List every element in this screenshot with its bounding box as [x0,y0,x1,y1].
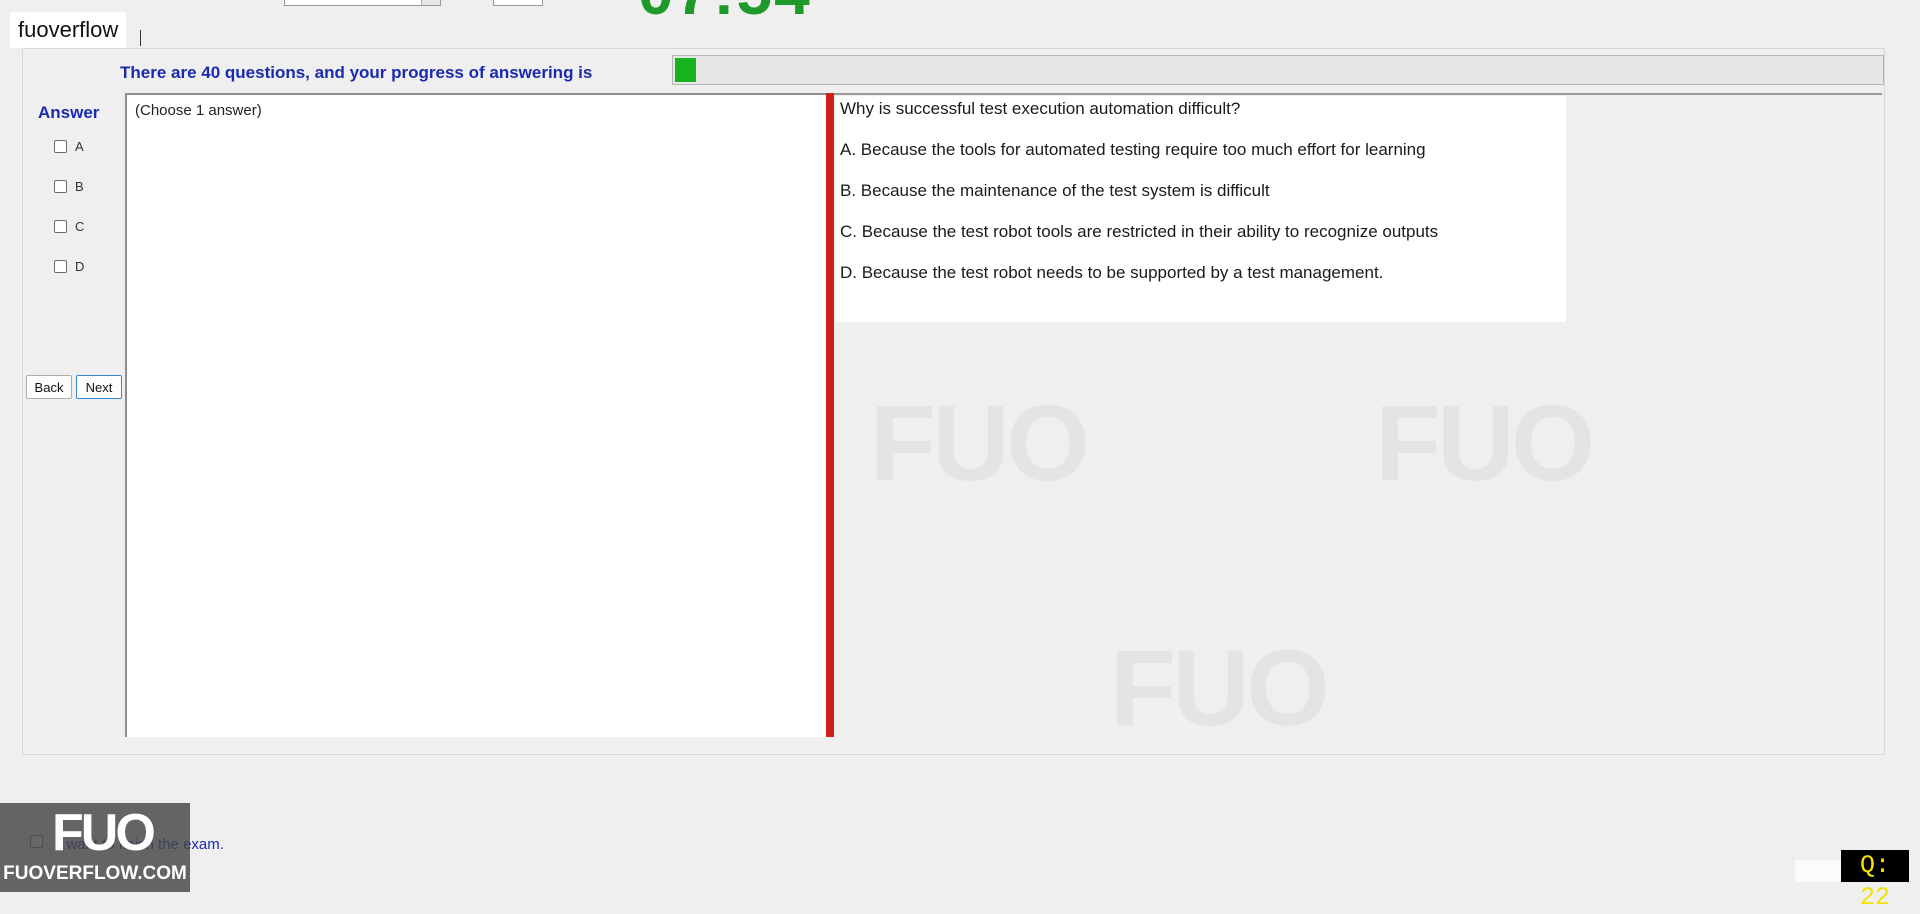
checkbox-c[interactable] [54,220,67,233]
question-panel [836,96,1566,322]
next-button[interactable]: Next [76,375,122,399]
countdown-timer: 07:54 [638,0,812,24]
progress-label: There are 40 questions, and your progres… [120,63,593,82]
option-c-label: C [75,219,85,234]
choice-d-text: D. Because the test robot needs to be su… [840,263,1384,282]
choice-a-text: A. Because the tools for automated testi… [840,140,1426,159]
option-d-label: D [75,259,85,274]
top-dropdown[interactable] [284,0,441,6]
option-c[interactable]: C [54,219,84,234]
answer-title: Answer [38,103,100,122]
progress-bar [672,55,1884,85]
question-counter: Q: 22 [1841,850,1909,912]
option-b[interactable]: B [54,179,84,194]
brand-label: fuoverflow [10,12,127,48]
logo-text: FUOVERFLOW.COM [3,863,187,884]
option-a[interactable]: A [54,139,84,154]
option-d[interactable]: D [54,259,84,274]
back-button[interactable]: Back [26,375,72,399]
answer-panel [125,93,829,737]
checkbox-b[interactable] [54,180,67,193]
status-strip [1795,860,1841,882]
option-a-label: A [75,139,84,154]
dropdown-arrow-icon[interactable] [421,0,440,5]
question-area-border [834,93,1882,95]
progress-fill [675,58,696,82]
question-text: Why is successful test execution automat… [840,99,1241,118]
logo-mark: FUO [52,804,156,862]
choose-instruction: (Choose 1 answer) [135,102,262,119]
fuoverflow-logo: FUO FUOVERFLOW.COM [0,803,190,892]
checkbox-d[interactable] [54,260,67,273]
checkbox-a[interactable] [54,140,67,153]
text-caret [140,30,141,46]
option-b-label: B [75,179,84,194]
panel-splitter[interactable] [826,93,834,737]
top-field[interactable] [493,0,543,6]
choice-c-text: C. Because the test robot tools are rest… [840,222,1439,241]
choice-b-text: B. Because the maintenance of the test s… [840,181,1270,200]
